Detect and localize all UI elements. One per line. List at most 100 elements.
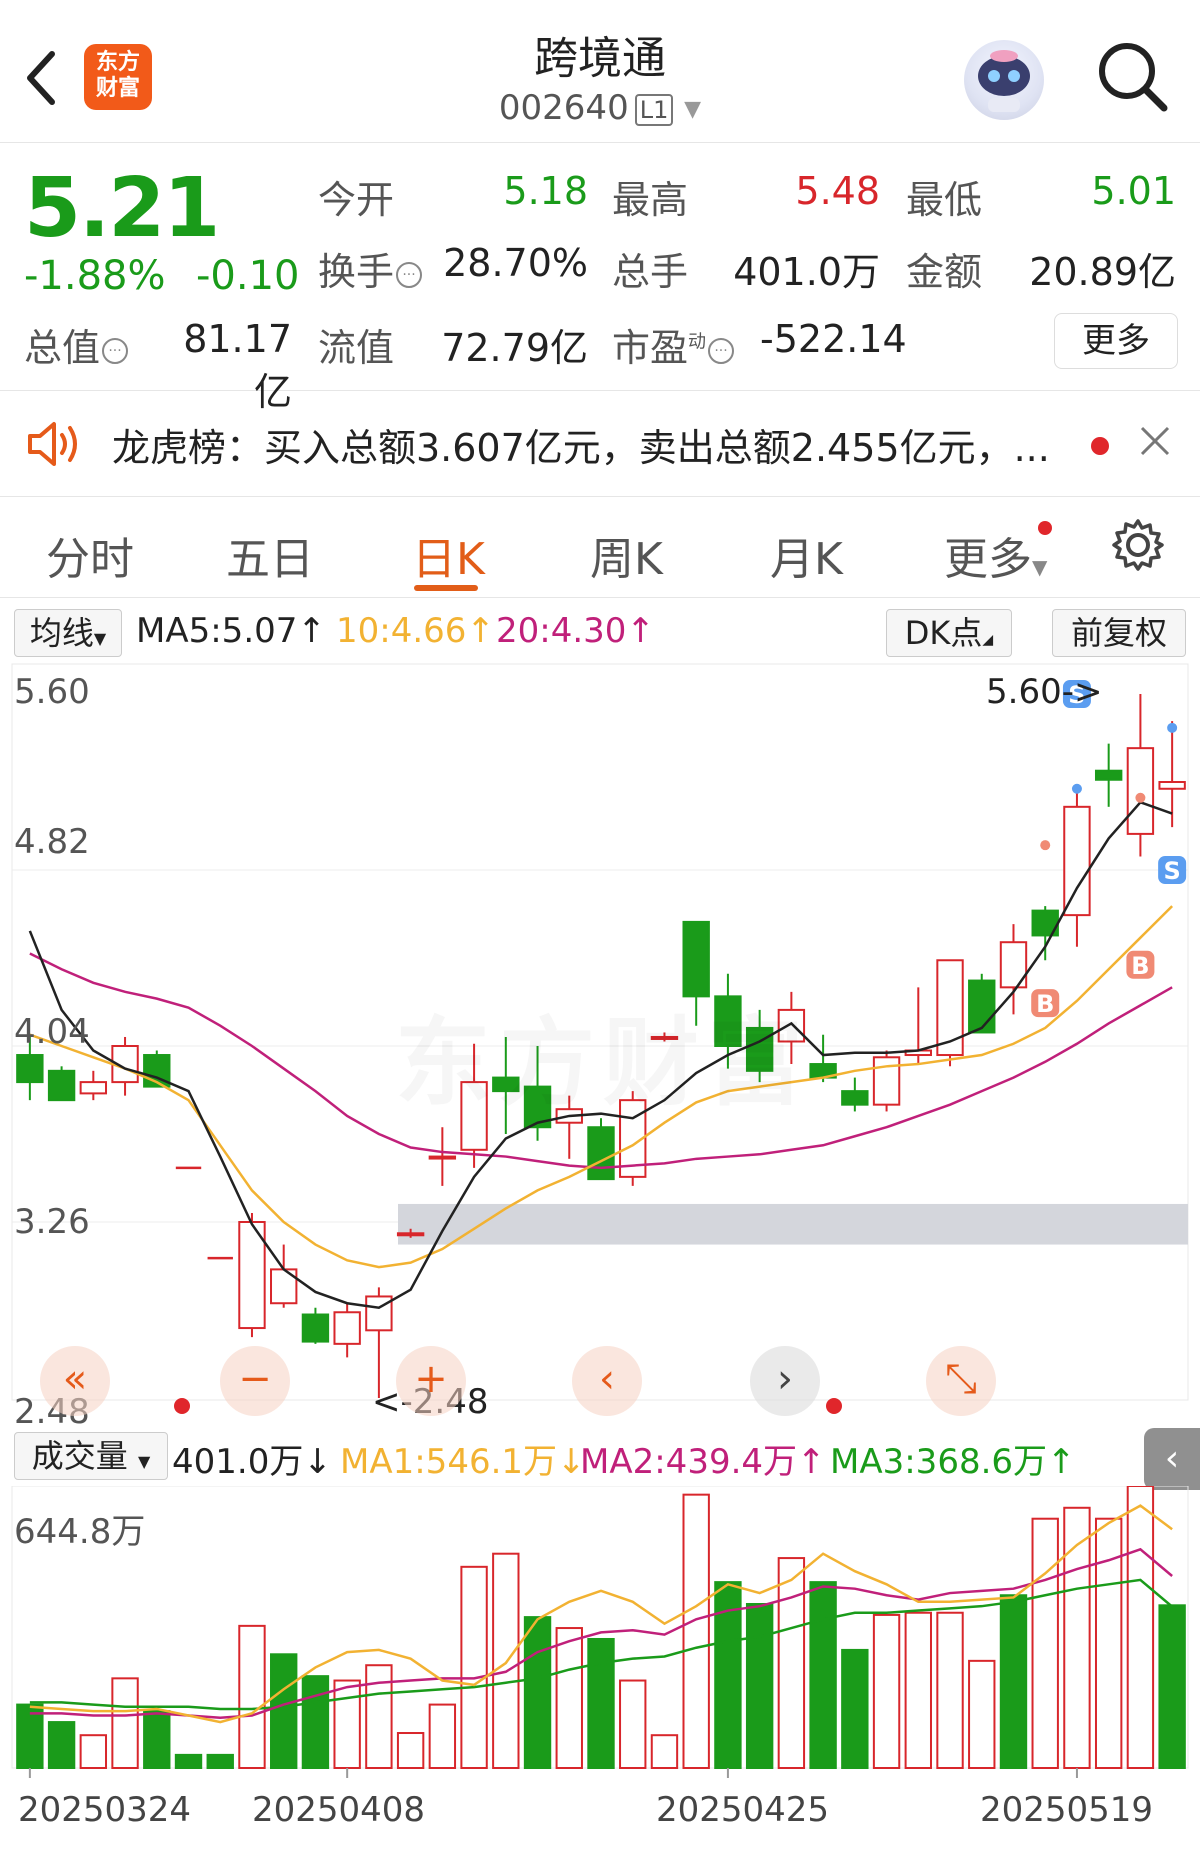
ma20-value: 20:4.30↑ <box>496 611 655 651</box>
price-axis-label: 4.04 <box>14 1012 90 1052</box>
volume-bar <box>79 1734 108 1769</box>
candle <box>333 1311 361 1345</box>
volume-bar <box>1063 1506 1091 1769</box>
change-percent: -1.88% <box>24 253 166 299</box>
market-level-badge: L1 <box>634 93 674 126</box>
ma10-value: 10:4.66↑ <box>336 611 495 651</box>
candle <box>841 1090 869 1106</box>
scroll-far-left-button[interactable]: « <box>40 1346 110 1416</box>
volume-bar <box>619 1679 647 1769</box>
low-value: 5.01 <box>1091 169 1176 213</box>
tab-five-day[interactable]: 五日 <box>226 523 314 587</box>
volume-bar <box>333 1679 361 1769</box>
more-button[interactable]: 更多 <box>1054 313 1178 369</box>
unread-dot <box>1091 437 1109 455</box>
volume-bar <box>238 1624 266 1769</box>
volume-bar <box>968 1659 996 1769</box>
open-label: 今开 <box>318 178 395 222</box>
signal-dot <box>1135 792 1146 803</box>
date-label: 20250425 <box>656 1790 830 1830</box>
dropdown-arrow-icon: ▼ <box>684 97 702 122</box>
turnover-label[interactable]: 换手 ··· <box>318 241 423 296</box>
assistant-robot-icon[interactable] <box>964 40 1044 120</box>
price-axis-label: 4.82 <box>14 822 90 862</box>
change-amount: -0.10 <box>196 253 300 299</box>
fullscreen-icon[interactable]: ⤡ <box>926 1346 996 1416</box>
dk-point-toggle[interactable]: DK点◢ <box>886 609 1012 657</box>
volume-selector[interactable]: 成交量 ▼ <box>14 1432 168 1480</box>
tab-weekly-k[interactable]: 周K <box>590 523 663 587</box>
volume-axis-max: 644.8万 <box>14 1512 146 1552</box>
ma-indicator-row: 均线▼ MA5:5.07↑ 10:4.66↑ 20:4.30↑ DK点◢ 前复权 <box>0 605 1200 661</box>
notice-bar[interactable]: 龙虎榜：买入总额3.607亿元，卖出总额2.455亿元，... <box>0 391 1200 497</box>
date-label: 20250519 <box>980 1790 1154 1830</box>
vol-ma2-value: MA2:439.4万↑ <box>580 1442 826 1482</box>
close-icon[interactable] <box>1138 424 1172 458</box>
watermark: 东方财富 <box>395 985 811 1124</box>
tab-intraday[interactable]: 分时 <box>46 523 134 587</box>
tab-more[interactable]: 更多▼ <box>944 523 1047 587</box>
high-label: 最高 <box>612 178 689 222</box>
active-tab-indicator <box>414 585 478 591</box>
volume-bar <box>555 1627 583 1769</box>
volume-chart[interactable] <box>0 1486 1200 1786</box>
candle <box>428 1155 457 1160</box>
tab-daily-k[interactable]: 日K <box>412 523 485 587</box>
float-cap-value: 72.79亿 <box>441 326 588 370</box>
volume-bar <box>1126 1486 1155 1769</box>
volume-indicator-row: 成交量 ▼ 401.0万↓ MA1:546.1万↓ MA2:439.4万↑ MA… <box>0 1428 1200 1484</box>
volume-bar <box>47 1721 76 1769</box>
float-cap-label: 流值 <box>318 326 395 370</box>
candle <box>587 1126 615 1181</box>
volume-bar <box>999 1594 1028 1769</box>
search-icon[interactable] <box>1094 38 1170 114</box>
volume-bar <box>460 1565 488 1770</box>
volume-bar <box>174 1753 203 1769</box>
volume-bar <box>143 1710 171 1769</box>
market-cap-label[interactable]: 总值 ··· <box>24 317 129 372</box>
signal-dot <box>1167 722 1178 733</box>
volume-bar <box>650 1734 679 1769</box>
pe-value: -522.14 <box>760 317 907 361</box>
tab-monthly-k[interactable]: 月K <box>770 523 843 587</box>
buy-signal-badge-text: B <box>1036 990 1054 1018</box>
candle <box>396 1232 425 1237</box>
collapse-panel-button[interactable]: ‹ <box>1144 1428 1200 1490</box>
high-annotation: 5.60-> <box>986 672 1103 712</box>
info-icon: ··· <box>396 261 423 288</box>
volume-bar <box>777 1557 806 1769</box>
candle <box>47 1069 76 1102</box>
volume-value: 401.0万 <box>733 250 880 294</box>
zoom-in-button[interactable]: + <box>396 1346 466 1416</box>
vol-ma1-value: MA1:546.1万↓ <box>340 1442 586 1482</box>
gear-icon[interactable] <box>1110 517 1166 573</box>
info-icon: ··· <box>102 337 129 364</box>
buy-signal-badge-text: B <box>1131 952 1149 980</box>
speaker-icon <box>28 422 77 466</box>
vol-ma3-value: MA3:368.6万↑ <box>830 1442 1076 1482</box>
scroll-left-button[interactable]: ‹ <box>572 1346 642 1416</box>
volume-bar <box>301 1675 330 1769</box>
quote-panel: 5.21 -1.88% -0.10 今开 5.18 最高 5.48 最低 5.0… <box>0 143 1200 414</box>
low-label: 最低 <box>906 178 983 222</box>
candle <box>1126 747 1155 835</box>
volume-bar <box>270 1653 298 1770</box>
volume-bar <box>682 1493 710 1770</box>
open-value: 5.18 <box>503 169 588 213</box>
volume-bar <box>904 1611 932 1769</box>
turnover-value: 28.70% <box>443 241 588 285</box>
volume-value: 401.0万↓ <box>172 1442 332 1482</box>
adjust-selector[interactable]: 前复权 <box>1052 609 1186 657</box>
pe-label[interactable]: 市盈动 ··· <box>612 317 735 372</box>
candle <box>968 979 996 1034</box>
volume-bar <box>1158 1604 1186 1769</box>
zoom-out-button[interactable]: − <box>220 1346 290 1416</box>
info-icon: ··· <box>708 337 735 364</box>
volume-bar <box>1031 1517 1059 1770</box>
signal-dot <box>1040 840 1051 851</box>
scroll-right-button[interactable]: › <box>750 1346 820 1416</box>
ma5-value: MA5:5.07↑ <box>136 611 326 651</box>
support-zone-band <box>398 1203 1188 1245</box>
ma-selector[interactable]: 均线▼ <box>14 609 122 657</box>
signal-dot <box>1071 783 1082 794</box>
